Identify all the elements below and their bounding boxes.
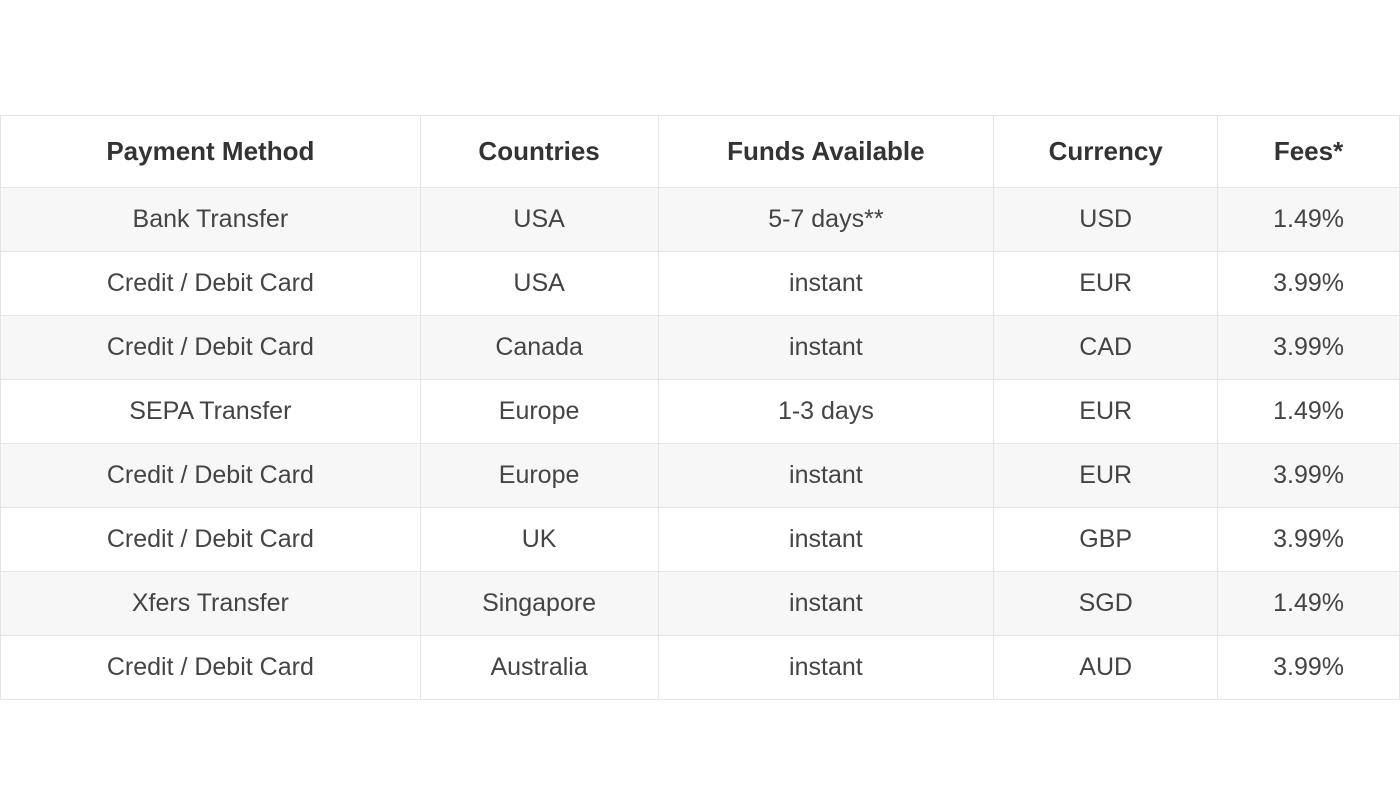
cell-countries: USA [420, 188, 658, 252]
cell-countries: Singapore [420, 572, 658, 636]
cell-currency: CAD [994, 316, 1218, 380]
cell-fees: 1.49% [1218, 572, 1400, 636]
table-row: Credit / Debit Card Canada instant CAD 3… [1, 316, 1400, 380]
cell-fees: 1.49% [1218, 380, 1400, 444]
header-fees: Fees* [1218, 116, 1400, 188]
cell-funds-available: instant [658, 636, 994, 700]
cell-countries: Canada [420, 316, 658, 380]
header-currency: Currency [994, 116, 1218, 188]
cell-payment-method: SEPA Transfer [1, 380, 421, 444]
table-row: Credit / Debit Card Europe instant EUR 3… [1, 444, 1400, 508]
cell-payment-method: Credit / Debit Card [1, 636, 421, 700]
cell-currency: EUR [994, 380, 1218, 444]
cell-payment-method: Credit / Debit Card [1, 508, 421, 572]
cell-payment-method: Credit / Debit Card [1, 444, 421, 508]
cell-currency: AUD [994, 636, 1218, 700]
cell-countries: Europe [420, 444, 658, 508]
cell-currency: EUR [994, 252, 1218, 316]
cell-payment-method: Credit / Debit Card [1, 252, 421, 316]
cell-funds-available: 5-7 days** [658, 188, 994, 252]
cell-funds-available: instant [658, 444, 994, 508]
cell-fees: 3.99% [1218, 444, 1400, 508]
cell-funds-available: instant [658, 508, 994, 572]
cell-funds-available: instant [658, 316, 994, 380]
cell-fees: 3.99% [1218, 252, 1400, 316]
header-payment-method: Payment Method [1, 116, 421, 188]
cell-payment-method: Credit / Debit Card [1, 316, 421, 380]
payment-methods-table: Payment Method Countries Funds Available… [0, 115, 1400, 700]
table-row: Xfers Transfer Singapore instant SGD 1.4… [1, 572, 1400, 636]
table-row: Credit / Debit Card UK instant GBP 3.99% [1, 508, 1400, 572]
table-row: Credit / Debit Card USA instant EUR 3.99… [1, 252, 1400, 316]
cell-currency: SGD [994, 572, 1218, 636]
cell-funds-available: 1-3 days [658, 380, 994, 444]
table-row: SEPA Transfer Europe 1-3 days EUR 1.49% [1, 380, 1400, 444]
cell-payment-method: Xfers Transfer [1, 572, 421, 636]
cell-countries: USA [420, 252, 658, 316]
cell-fees: 3.99% [1218, 316, 1400, 380]
cell-funds-available: instant [658, 252, 994, 316]
cell-countries: Europe [420, 380, 658, 444]
cell-payment-method: Bank Transfer [1, 188, 421, 252]
cell-fees: 1.49% [1218, 188, 1400, 252]
cell-currency: USD [994, 188, 1218, 252]
table-row: Credit / Debit Card Australia instant AU… [1, 636, 1400, 700]
cell-funds-available: instant [658, 572, 994, 636]
cell-fees: 3.99% [1218, 636, 1400, 700]
cell-currency: GBP [994, 508, 1218, 572]
table-row: Bank Transfer USA 5-7 days** USD 1.49% [1, 188, 1400, 252]
cell-fees: 3.99% [1218, 508, 1400, 572]
cell-countries: UK [420, 508, 658, 572]
table-header-row: Payment Method Countries Funds Available… [1, 116, 1400, 188]
cell-countries: Australia [420, 636, 658, 700]
header-countries: Countries [420, 116, 658, 188]
cell-currency: EUR [994, 444, 1218, 508]
header-funds-available: Funds Available [658, 116, 994, 188]
